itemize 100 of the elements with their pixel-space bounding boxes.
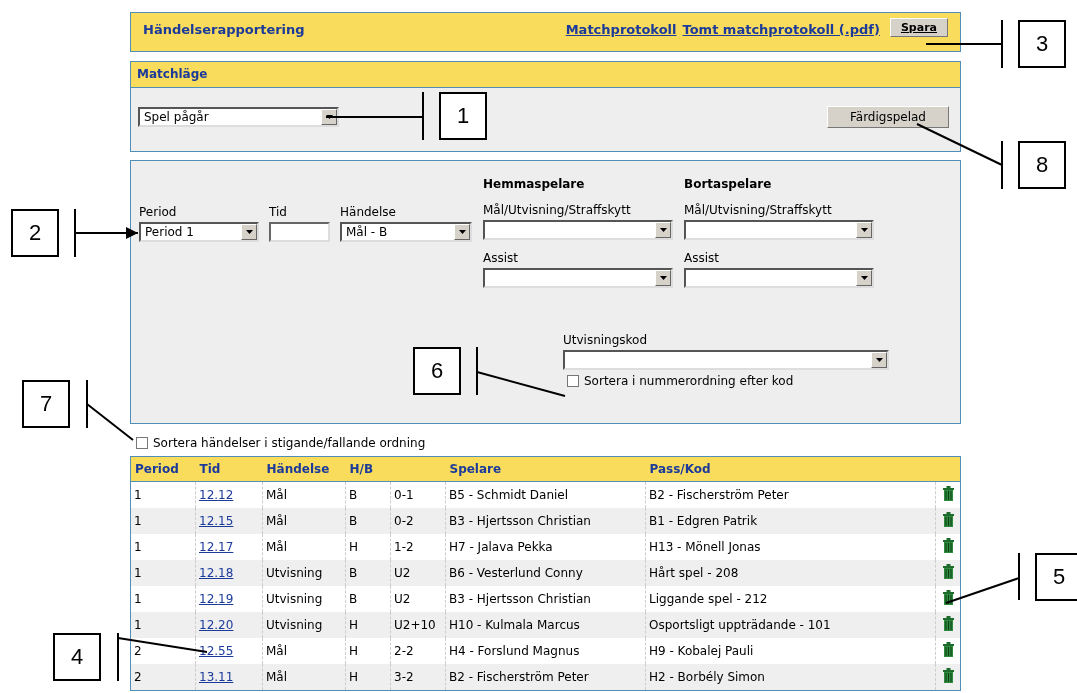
column-header[interactable]: Period <box>130 456 196 482</box>
table-cell: Mål <box>266 540 288 554</box>
checkbox-label: Sortera händelser i stigande/fallande ordning <box>153 436 426 450</box>
event-dropdown[interactable]: Mål - B <box>340 222 472 242</box>
table-cell: Hårt spel - 208 <box>649 566 739 580</box>
table-cell: U2+10 <box>394 618 436 632</box>
caret-icon <box>860 228 868 232</box>
table-cell: B <box>349 566 358 580</box>
time-input[interactable] <box>269 222 330 242</box>
table-cell: U2 <box>394 592 411 606</box>
table-cell: B6 - Vesterlund Conny <box>449 566 583 580</box>
table-cell: U2 <box>394 566 411 580</box>
table-cell: H7 - Jalava Pekka <box>449 540 553 554</box>
caret-icon <box>325 115 333 119</box>
trash-icon[interactable] <box>941 668 955 683</box>
link[interactable]: Matchprotokoll <box>565 21 677 37</box>
table-cell: B1 - Edgren Patrik <box>649 514 758 528</box>
table-cell: 2 <box>134 670 142 684</box>
time-link[interactable]: 12.19 <box>199 592 234 606</box>
table-cell: H4 - Forslund Magnus <box>449 644 580 658</box>
table-cell: H <box>349 618 359 632</box>
penalty-code-dropdown[interactable] <box>563 350 889 370</box>
table-cell: Utvisning <box>266 592 323 606</box>
table-cell: 1 <box>134 618 142 632</box>
period-dropdown[interactable]: Period 1 <box>139 222 259 242</box>
callout-number: 3 <box>1018 20 1066 68</box>
field-label: Assist <box>483 251 519 265</box>
table-cell: B2 - Fischerström Peter <box>449 670 589 684</box>
table-cell: 1 <box>134 540 142 554</box>
player-dropdown[interactable] <box>483 220 673 240</box>
column-header[interactable]: Händelse <box>262 456 346 482</box>
caret-icon <box>659 228 667 232</box>
trash-icon[interactable] <box>941 512 955 527</box>
table-cell: H <box>349 670 359 684</box>
callout-number: 7 <box>22 380 70 428</box>
field-label: Mål/Utvisning/Straffskytt <box>684 203 833 217</box>
table-cell: H10 - Kulmala Marcus <box>449 618 580 632</box>
trash-icon[interactable] <box>941 486 955 501</box>
finish-button[interactable]: Färdigspelad <box>827 106 949 128</box>
column-heading: Hemmaspelare <box>483 177 586 191</box>
caret-icon <box>659 276 667 280</box>
callout-number: 2 <box>11 209 59 257</box>
page-title: Händelserapportering <box>143 22 305 37</box>
field-label: Assist <box>684 251 720 265</box>
trash-icon[interactable] <box>941 616 955 631</box>
table-cell: 0-1 <box>394 488 414 502</box>
table-cell: H <box>349 540 359 554</box>
column-header[interactable]: Spelare <box>445 456 646 482</box>
caret-icon <box>860 276 868 280</box>
table-cell: Liggande spel - 212 <box>649 592 768 606</box>
table-cell: B5 - Schmidt Daniel <box>449 488 569 502</box>
table-cell: 1 <box>134 514 142 528</box>
table-cell: Osportsligt uppträdande - 101 <box>649 618 831 632</box>
callout-number: 6 <box>413 347 461 395</box>
trash-icon[interactable] <box>941 564 955 579</box>
table-cell: B <box>349 592 358 606</box>
time-link[interactable]: 12.12 <box>199 488 234 502</box>
table-cell: B2 - Fischerström Peter <box>649 488 789 502</box>
table-cell: Utvisning <box>266 618 323 632</box>
field-label: Utvisningskod <box>563 333 649 347</box>
trash-icon[interactable] <box>941 538 955 553</box>
table-cell: B <box>349 514 358 528</box>
assist-dropdown[interactable] <box>684 268 874 288</box>
table-cell: 3-2 <box>394 670 414 684</box>
table-cell: 1 <box>134 566 142 580</box>
table-cell: 1 <box>134 488 142 502</box>
table-cell: B <box>349 488 358 502</box>
table-cell: H9 - Kobalej Pauli <box>649 644 754 658</box>
player-dropdown[interactable] <box>684 220 874 240</box>
link[interactable]: Tomt matchprotokoll (.pdf) <box>682 21 880 37</box>
checkbox[interactable] <box>567 375 579 387</box>
leader-line <box>86 379 134 441</box>
trash-icon[interactable] <box>941 590 955 605</box>
caret-icon <box>245 230 253 234</box>
column-header[interactable]: Pass/Kod <box>645 456 936 482</box>
column-heading: Bortaspelare <box>684 177 773 191</box>
save-button[interactable]: Spara <box>889 18 948 37</box>
table-cell: B3 - Hjertsson Christian <box>449 514 591 528</box>
callout-number: 5 <box>1035 553 1077 601</box>
column-header[interactable]: H/B <box>345 456 391 482</box>
table-cell: Mål <box>266 644 288 658</box>
callout-number: 4 <box>53 633 101 681</box>
checkbox-label: Sortera i nummerordning efter kod <box>584 374 794 388</box>
field-label: Tid <box>269 205 288 219</box>
table-cell: H <box>349 644 359 658</box>
table-cell: Mål <box>266 488 288 502</box>
time-link[interactable]: 12.55 <box>199 644 234 658</box>
status-dropdown[interactable]: Spel pågår <box>138 107 339 127</box>
leader-line <box>74 208 139 258</box>
table-cell: Mål <box>266 670 288 684</box>
assist-dropdown[interactable] <box>483 268 673 288</box>
field-label: Mål/Utvisning/Straffskytt <box>483 203 632 217</box>
trash-icon[interactable] <box>941 642 955 657</box>
column-header[interactable]: Tid <box>195 456 263 482</box>
table-cell: 1 <box>134 592 142 606</box>
checkbox[interactable] <box>136 437 148 449</box>
table-cell: 1-2 <box>394 540 414 554</box>
field-label: Period <box>139 205 178 219</box>
time-link[interactable]: 12.17 <box>199 540 234 554</box>
table-cell: 2-2 <box>394 644 414 658</box>
